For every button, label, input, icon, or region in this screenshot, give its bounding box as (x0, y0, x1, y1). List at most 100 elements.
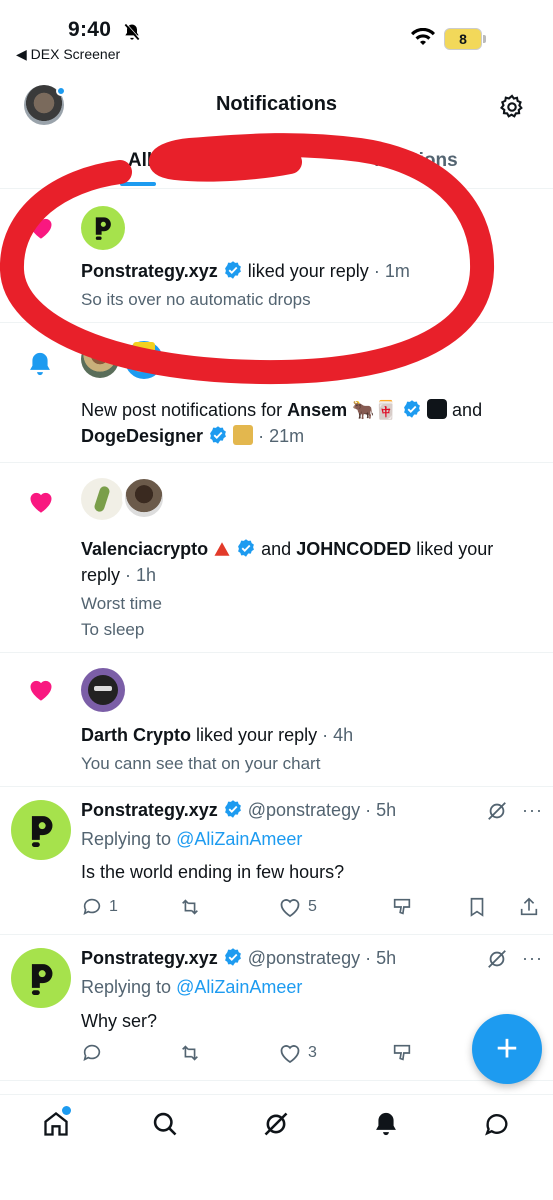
row-divider (0, 652, 553, 653)
actor-name[interactable]: JOHNCODED (296, 539, 411, 559)
wifi-icon (410, 28, 436, 48)
actor-name[interactable]: Ansem (287, 400, 347, 420)
notification-new-posts[interactable]: New post notifications for Ansem 🐂🀄 and … (81, 397, 543, 449)
actor-name[interactable]: DogeDesigner (81, 426, 203, 446)
dogedesigner-avatar[interactable] (122, 338, 166, 382)
share-button[interactable] (518, 896, 540, 918)
notifications-icon[interactable] (372, 1110, 400, 1138)
notification-like-4[interactable]: Darth Crypto liked your reply · 4h (81, 722, 353, 748)
johncoded-avatar[interactable] (122, 476, 166, 520)
author-name[interactable]: Ponstrategy.xyz (81, 800, 218, 820)
heart-icon (27, 676, 55, 702)
doge-badge-icon (233, 425, 254, 445)
replying-handle-link[interactable]: @AliZainAmeer (176, 829, 302, 849)
messages-icon[interactable] (483, 1110, 511, 1138)
grok-icon[interactable] (486, 948, 508, 970)
affiliate-badge-icon (427, 399, 448, 419)
replying-handle-link[interactable]: @AliZainAmeer (176, 977, 302, 997)
verified-badge-icon (404, 400, 420, 418)
red-triangle-icon (214, 542, 230, 556)
retweet-button[interactable] (178, 896, 202, 918)
like-icon (280, 1045, 300, 1064)
notification-time: · 21m (258, 426, 305, 446)
compose-button[interactable]: + (472, 1014, 542, 1084)
connector-and: and (452, 400, 483, 420)
bookmark-icon (470, 897, 484, 917)
downvote-button[interactable] (390, 1042, 414, 1064)
verified-badge-icon (224, 948, 241, 966)
like-button[interactable]: 3 (278, 1042, 317, 1064)
more-icon[interactable]: ··· (522, 800, 543, 821)
notification-like-1[interactable]: Ponstrategy.xyz liked your reply · 1m (81, 258, 541, 284)
grok-icon[interactable] (262, 1110, 290, 1138)
back-to-app-link[interactable]: ◀ DEX Screener (16, 46, 120, 63)
actor-name[interactable]: Valenciacrypto (81, 539, 208, 559)
battery-tip (483, 35, 486, 43)
battery-indicator: 8 (444, 28, 482, 50)
ponstrategy-avatar[interactable] (81, 206, 125, 250)
replying-to: Replying to @AliZainAmeer (81, 974, 302, 1000)
row-divider (0, 462, 553, 463)
tweet-time: · 5h (365, 948, 397, 968)
row-divider (0, 934, 553, 935)
plus-icon: + (495, 1028, 519, 1070)
verified-badge-icon (224, 261, 241, 279)
tweet-header: Ponstrategy.xyz @ponstrategy · 5h (81, 945, 396, 971)
retweet-button[interactable] (178, 1042, 202, 1064)
author-handle[interactable]: @ponstrategy (248, 948, 360, 968)
darth-crypto-avatar[interactable] (81, 668, 125, 712)
ponstrategy-avatar[interactable] (11, 800, 71, 860)
heart-icon (27, 214, 55, 240)
tweet-text: Why ser? (81, 1011, 158, 1031)
verified-badge-icon (224, 800, 241, 818)
row-divider (0, 786, 553, 787)
emoji-ox: 🐂 (352, 400, 375, 420)
downvote-icon (393, 1044, 411, 1061)
tab-mentions[interactable]: Mentions (346, 150, 486, 172)
actor-name[interactable]: Ponstrategy.xyz (81, 261, 218, 281)
search-icon[interactable] (151, 1110, 179, 1138)
like-button[interactable]: 5 (278, 896, 317, 918)
tweet-text: Is the world ending in few hours? (81, 862, 345, 882)
bookmark-button[interactable] (466, 896, 488, 918)
notification-action: liked your reply (196, 725, 318, 745)
valenciacrypto-avatar[interactable] (81, 478, 123, 520)
author-name[interactable]: Ponstrategy.xyz (81, 948, 218, 968)
row-divider (0, 1080, 553, 1081)
active-tab-indicator (120, 182, 156, 186)
ansem-avatar[interactable] (81, 340, 119, 378)
replying-to: Replying to @AliZainAmeer (81, 826, 302, 852)
actor-name[interactable]: Darth Crypto (81, 725, 191, 745)
ponstrategy-avatar[interactable] (11, 948, 71, 1008)
gear-icon[interactable] (498, 93, 526, 121)
notification-snippet: Worst time (81, 594, 162, 613)
reply-button[interactable] (81, 1042, 109, 1064)
notification-time: · 1h (125, 565, 157, 585)
notification-action: liked your reply (247, 261, 369, 281)
bell-icon (26, 350, 54, 378)
reply-icon (83, 1044, 101, 1061)
verified-badge-icon (238, 539, 255, 557)
downvote-icon (393, 898, 411, 915)
status-time: 9:40 (68, 18, 112, 41)
downvote-button[interactable] (390, 896, 414, 918)
replying-prefix: Replying to (81, 977, 172, 997)
tabs-divider (0, 188, 553, 189)
like-count: 5 (308, 898, 317, 915)
notification-snippet: So its over no automatic drops (81, 290, 311, 309)
more-icon[interactable]: ··· (522, 948, 543, 969)
tweet-header: Ponstrategy.xyz @ponstrategy · 5h (81, 797, 396, 823)
row-divider (0, 322, 553, 323)
notification-like-3[interactable]: Valenciacrypto and JOHNCODED liked your … (81, 536, 547, 588)
grok-icon[interactable] (486, 800, 508, 822)
notification-action: reply (81, 565, 121, 585)
reply-button[interactable]: 1 (81, 896, 118, 918)
author-handle[interactable]: @ponstrategy (248, 800, 360, 820)
retweet-icon (182, 1045, 198, 1061)
home-unread-dot (62, 1106, 71, 1115)
share-icon (520, 897, 538, 916)
reply-count: 1 (109, 898, 118, 915)
notification-time: · 4h (322, 725, 354, 745)
tab-all[interactable]: All (90, 150, 190, 172)
page-title: Notifications (215, 93, 338, 115)
